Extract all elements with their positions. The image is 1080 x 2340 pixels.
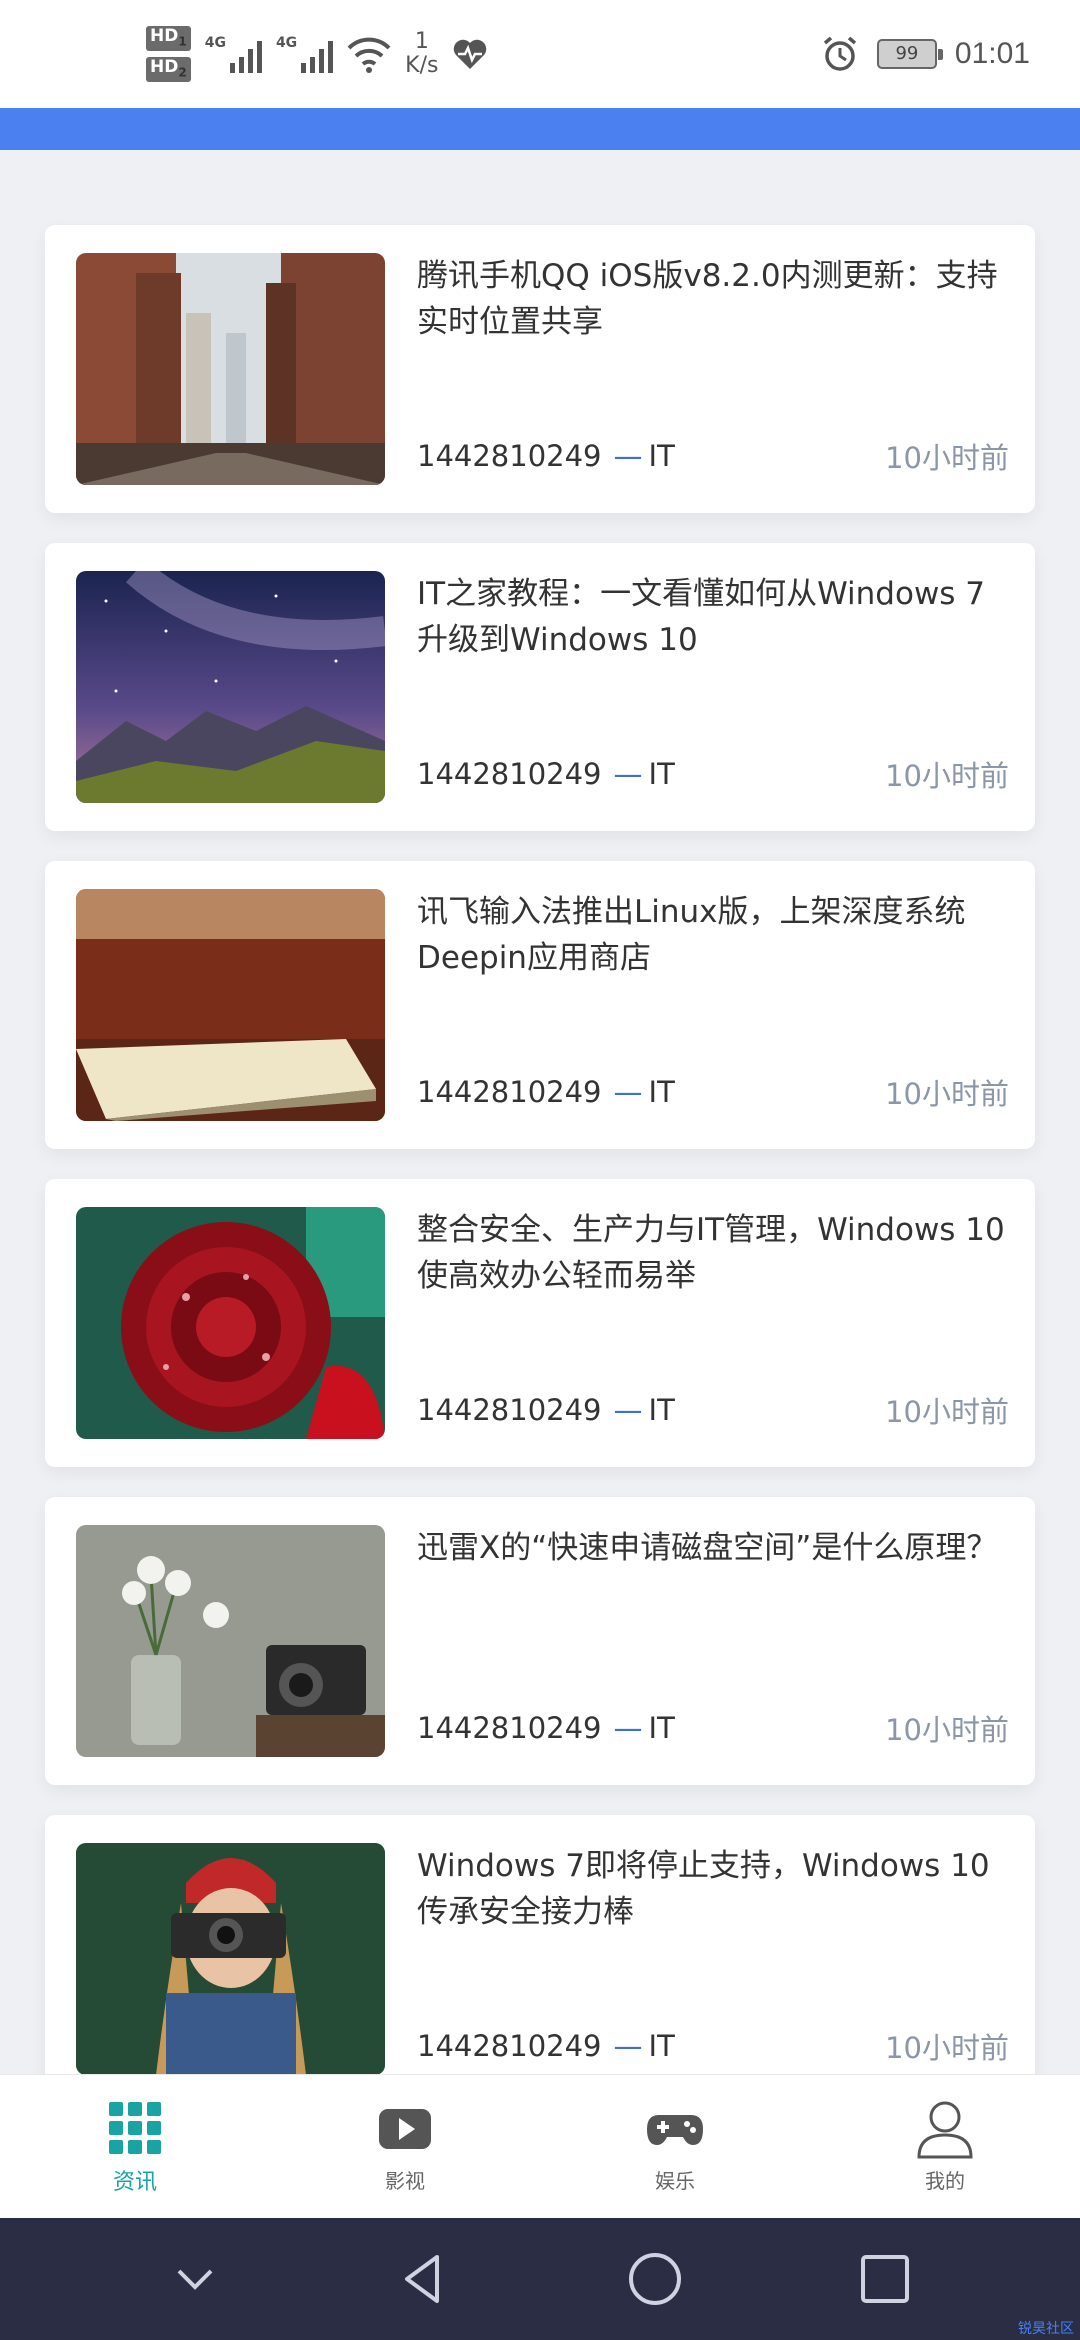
news-time: 10小时前 — [885, 1395, 1009, 1429]
play-icon — [379, 2109, 431, 2149]
alarm-icon — [823, 36, 857, 71]
news-thumbnail[interactable] — [76, 1843, 385, 2074]
tab-news[interactable]: 资讯 — [0, 2075, 270, 2218]
meta-dash: — — [613, 439, 643, 473]
system-nav-bar: 锐昊社区 — [0, 2218, 1080, 2340]
back-triangle-icon — [405, 2255, 439, 2303]
hd2-badge: HD2 — [146, 57, 191, 83]
tab-entertainment[interactable]: 娱乐 — [540, 2075, 810, 2218]
news-category: IT — [648, 1393, 675, 1427]
news-meta: 1442810249 — IT 10小时前 — [417, 1389, 1009, 1431]
network-speed: 1 K/s — [405, 29, 439, 78]
tab-label: 资讯 — [112, 2169, 157, 2195]
news-category: IT — [648, 2029, 675, 2063]
news-thumbnail[interactable] — [76, 889, 385, 1121]
nav-recents-button[interactable] — [850, 2244, 920, 2314]
meta-dash: — — [613, 1711, 643, 1745]
news-thumbnail[interactable] — [76, 571, 385, 803]
news-author: 1442810249 — [417, 1075, 602, 1109]
meta-dash: — — [613, 757, 643, 791]
news-title[interactable]: 腾讯手机QQ iOS版v8.2.0内测更新：支持实时位置共享 — [417, 253, 1007, 345]
news-meta: 1442810249 — IT 10小时前 — [417, 1071, 1009, 1113]
wifi-icon — [347, 37, 391, 73]
bottom-tab-bar: 资讯 影视 娱乐 我的 — [0, 2074, 1080, 2218]
news-title[interactable]: 整合安全、生产力与IT管理，Windows 10使高效办公轻而易举 — [417, 1207, 1007, 1299]
news-thumbnail[interactable] — [76, 1207, 385, 1439]
nav-back-button[interactable] — [390, 2244, 460, 2314]
news-card[interactable]: Windows 7即将停止支持，Windows 10传承安全接力棒 144281… — [45, 1815, 1035, 2074]
watermark: 锐昊社区 — [1018, 2321, 1074, 2337]
news-time: 10小时前 — [885, 1713, 1009, 1747]
gamepad-icon — [647, 2115, 703, 2145]
news-title[interactable]: IT之家教程：一文看懂如何从Windows 7升级到Windows 10 — [417, 571, 1007, 663]
news-card[interactable]: 迅雷X的“快速申请磁盘空间”是什么原理？ 1442810249 — IT 10小… — [45, 1497, 1035, 1785]
news-category: IT — [648, 757, 675, 791]
news-title[interactable]: 迅雷X的“快速申请磁盘空间”是什么原理？ — [417, 1525, 1007, 1571]
news-time: 10小时前 — [885, 441, 1009, 475]
battery-icon: 99 — [876, 39, 943, 69]
status-bar: HD1 HD2 4G 4G 1 K/s 99 01:01 — [0, 0, 1080, 108]
tab-label: 影视 — [385, 2169, 425, 2193]
news-card[interactable]: 腾讯手机QQ iOS版v8.2.0内测更新：支持实时位置共享 144281024… — [45, 225, 1035, 513]
nav-home-button[interactable] — [620, 2244, 690, 2314]
hd-indicators: HD1 HD2 — [146, 25, 191, 83]
news-author: 1442810249 — [417, 1393, 602, 1427]
tab-label: 我的 — [925, 2169, 965, 2193]
news-meta: 1442810249 — IT 10小时前 — [417, 753, 1009, 795]
news-card[interactable]: 讯飞输入法推出Linux版，上架深度系统Deepin应用商店 144281024… — [45, 861, 1035, 1149]
tab-label: 娱乐 — [655, 2169, 695, 2193]
hd1-badge: HD1 — [146, 25, 191, 51]
news-meta: 1442810249 — IT 10小时前 — [417, 435, 1009, 477]
news-time: 10小时前 — [885, 1077, 1009, 1111]
news-category: IT — [648, 439, 675, 473]
recents-square-icon — [861, 2255, 909, 2303]
news-author: 1442810249 — [417, 2029, 602, 2063]
news-time: 10小时前 — [885, 759, 1009, 793]
chevron-down-icon — [177, 2269, 213, 2290]
user-icon — [917, 2101, 973, 2159]
nav-collapse-button[interactable] — [160, 2244, 230, 2314]
meta-dash: — — [613, 2029, 643, 2063]
news-category: IT — [648, 1711, 675, 1745]
tab-profile[interactable]: 我的 — [810, 2075, 1080, 2218]
clock: 01:01 — [954, 37, 1030, 70]
signal2-icon: 4G — [276, 35, 334, 73]
health-heart-icon — [454, 39, 487, 69]
news-feed[interactable]: 腾讯手机QQ iOS版v8.2.0内测更新：支持实时位置共享 144281024… — [0, 150, 1080, 2074]
meta-dash: — — [613, 1075, 643, 1109]
news-author: 1442810249 — [417, 439, 602, 473]
news-card[interactable]: 整合安全、生产力与IT管理，Windows 10使高效办公轻而易举 144281… — [45, 1179, 1035, 1467]
signal1-icon: 4G — [205, 35, 262, 73]
news-author: 1442810249 — [417, 1711, 602, 1745]
news-card[interactable]: IT之家教程：一文看懂如何从Windows 7升级到Windows 10 144… — [45, 543, 1035, 831]
news-author: 1442810249 — [417, 757, 602, 791]
news-category: IT — [648, 1075, 675, 1109]
news-title[interactable]: 讯飞输入法推出Linux版，上架深度系统Deepin应用商店 — [417, 889, 1007, 981]
tab-video[interactable]: 影视 — [270, 2075, 540, 2218]
news-thumbnail[interactable] — [76, 253, 385, 485]
news-time: 10小时前 — [885, 2031, 1009, 2065]
meta-dash: — — [613, 1393, 643, 1427]
news-meta: 1442810249 — IT 10小时前 — [417, 2025, 1009, 2067]
news-thumbnail[interactable] — [76, 1525, 385, 1757]
home-circle-icon — [629, 2253, 681, 2305]
header-band — [0, 108, 1080, 150]
news-meta: 1442810249 — IT 10小时前 — [417, 1707, 1009, 1749]
news-title[interactable]: Windows 7即将停止支持，Windows 10传承安全接力棒 — [417, 1843, 1007, 1935]
grid-icon — [109, 2101, 161, 2154]
